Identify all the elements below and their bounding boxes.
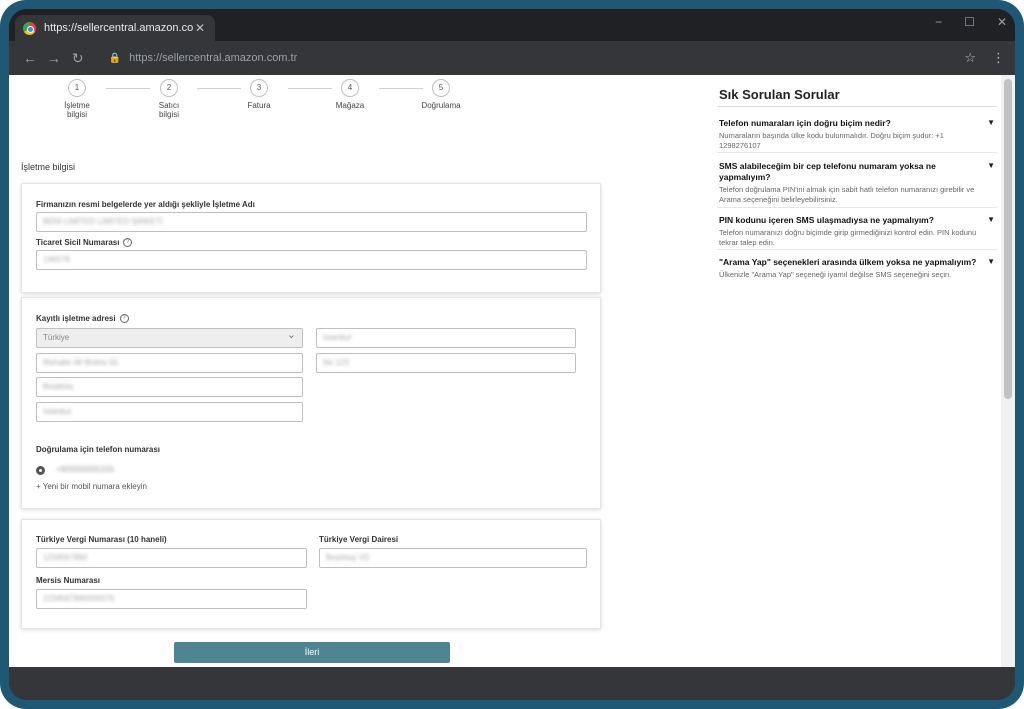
step-number: 5 — [432, 79, 450, 97]
forward-arrow-icon[interactable]: → — [43, 50, 65, 66]
faq-question: Telefon numaraları için doğru biçim nedi… — [719, 118, 891, 128]
browser-tab[interactable]: https://sellercentral.amazon.com.tr ✕ — [15, 15, 215, 41]
minimize-icon[interactable]: − — [935, 15, 942, 29]
phone-value: +905555555155 — [56, 465, 115, 474]
step-5: 5 Doğrulama — [411, 79, 471, 110]
faq-divider — [717, 249, 997, 250]
browser-window: https://sellercentral.amazon.com.tr ✕ − … — [9, 9, 1015, 700]
faq-item[interactable]: "Arama Yap" seçenekleri arasında ülkem y… — [719, 257, 999, 280]
province-input[interactable]: Istanbul — [316, 328, 576, 348]
address-bar[interactable]: 🔒 https://sellercentral.amazon.com.tr — [99, 46, 965, 70]
step-1: 1 İşletme bilgisi — [47, 79, 107, 119]
faq-item[interactable]: PIN kodunu içeren SMS ulaşmadıysa ne yap… — [719, 215, 999, 248]
back-arrow-icon[interactable]: ← — [19, 50, 41, 66]
step-number: 2 — [160, 79, 178, 97]
vertical-scrollbar[interactable] — [1001, 75, 1015, 667]
faq-item[interactable]: Telefon numaraları için doğru biçim nedi… — [719, 118, 999, 151]
add-mobile-link[interactable]: + Yeni bir mobil numara ekleyin — [36, 482, 147, 491]
window-controls: − ☐ ✕ — [935, 15, 1007, 29]
faq-title: Sık Sorulan Sorular — [719, 87, 840, 102]
faq-divider — [717, 106, 997, 107]
step-label: Doğrulama — [421, 101, 461, 110]
tab-title: https://sellercentral.amazon.com.tr — [44, 22, 193, 34]
menu-kebab-icon[interactable]: ⋮ — [992, 50, 1005, 66]
tab-close-icon[interactable]: ✕ — [193, 21, 207, 35]
registry-number-label: Ticaret Sicil Numarası? — [36, 238, 133, 248]
tax-number-input[interactable]: 1234567890 — [36, 548, 307, 568]
faq-divider — [717, 207, 997, 208]
faq-question: PIN kodunu içeren SMS ulaşmadıysa ne yap… — [719, 215, 934, 225]
info-icon[interactable]: ? — [119, 314, 129, 324]
address-card: Kayıtlı işletme adresi? Türkiye Istanbul… — [21, 297, 601, 509]
window-close-icon[interactable]: ✕ — [997, 15, 1007, 29]
chevron-down-icon[interactable]: ▼ — [987, 118, 995, 127]
scrollbar-thumb[interactable] — [1004, 79, 1012, 399]
district-input[interactable]: Beşiktaş — [36, 377, 303, 397]
business-name-input[interactable]: BENİ LIMITED LIMITED ŞIRKETİ — [36, 212, 587, 232]
page-viewport: 1 İşletme bilgisi 2 Satıcı bilgisi 3 Fat… — [9, 75, 1001, 667]
phone-radio[interactable] — [36, 466, 45, 475]
faq-answer: Numaraların başında ülke kodu bulunmalıd… — [719, 131, 944, 150]
address-label: Kayıtlı işletme adresi? — [36, 314, 129, 324]
address-url: https://sellercentral.amazon.com.tr — [129, 52, 298, 64]
faq-item[interactable]: SMS alabileceğim bir cep telefonu numara… — [719, 161, 999, 205]
step-number: 4 — [341, 79, 359, 97]
step-label: Satıcı bilgisi — [158, 101, 180, 119]
info-icon[interactable]: ? — [123, 238, 133, 248]
faq-divider — [717, 152, 997, 153]
tax-office-input[interactable]: Beşiktaş VD — [319, 548, 587, 568]
step-label: Mağaza — [335, 101, 365, 110]
tax-office-label: Türkiye Vergi Dairesi — [319, 535, 399, 544]
mersis-input[interactable]: 1234567890000076 — [36, 589, 307, 609]
chevron-down-icon[interactable]: ▼ — [987, 215, 995, 224]
chevron-down-icon[interactable]: ▼ — [987, 161, 995, 170]
tax-number-label: Türkiye Vergi Numarası (10 haneli) — [36, 535, 167, 544]
step-2: 2 Satıcı bilgisi — [139, 79, 199, 119]
step-number: 3 — [250, 79, 268, 97]
bottom-bar — [9, 667, 1015, 700]
step-number: 1 — [68, 79, 86, 97]
mersis-label: Mersis Numarası — [36, 576, 101, 585]
faq-answer: Telefon numaranızı doğru biçimde girip g… — [719, 228, 977, 247]
country-select[interactable]: Türkiye — [36, 328, 303, 348]
street-input[interactable]: Mahalle 48 Blokta 55 — [36, 353, 303, 373]
browser-toolbar: ← → ↻ 🔒 https://sellercentral.amazon.com… — [9, 41, 1015, 75]
chrome-favicon-icon — [23, 21, 36, 35]
chevron-down-icon[interactable]: ▼ — [987, 257, 995, 266]
step-3: 3 Fatura — [229, 79, 289, 110]
step-4: 4 Mağaza — [320, 79, 380, 110]
lock-icon: 🔒 — [108, 52, 122, 64]
city-input[interactable]: İstanbul — [36, 402, 303, 422]
business-name-label: Firmanızın resmi belgelerde yer aldığı ş… — [36, 200, 255, 209]
step-label: Fatura — [247, 101, 271, 110]
bookmark-star-icon[interactable]: ☆ — [964, 50, 976, 66]
tax-info-card: Türkiye Vergi Numarası (10 haneli) 12345… — [21, 519, 601, 629]
section-title: İşletme bilgisi — [21, 162, 76, 172]
reload-icon[interactable]: ↻ — [67, 50, 89, 67]
faq-question: SMS alabileceğim bir cep telefonu numara… — [719, 161, 936, 182]
phone-label: Doğrulama için telefon numarası — [36, 445, 161, 454]
tab-strip: https://sellercentral.amazon.com.tr ✕ − … — [9, 9, 1015, 41]
next-button[interactable]: İleri — [174, 642, 450, 663]
business-info-card: Firmanızın resmi belgelerde yer aldığı ş… — [21, 183, 601, 293]
registry-number-input[interactable]: 146578 — [36, 250, 587, 270]
faq-answer: Ülkenizle "Arama Yap" seçeneği iyamıl de… — [719, 270, 952, 279]
step-label: İşletme bilgisi — [64, 101, 90, 119]
faq-question: "Arama Yap" seçenekleri arasında ülkem y… — [719, 257, 977, 267]
maximize-icon[interactable]: ☐ — [964, 15, 975, 29]
faq-answer: Telefon doğrulama PIN'ini almak için sab… — [719, 185, 975, 204]
building-number-input[interactable]: No 123 — [316, 353, 576, 373]
